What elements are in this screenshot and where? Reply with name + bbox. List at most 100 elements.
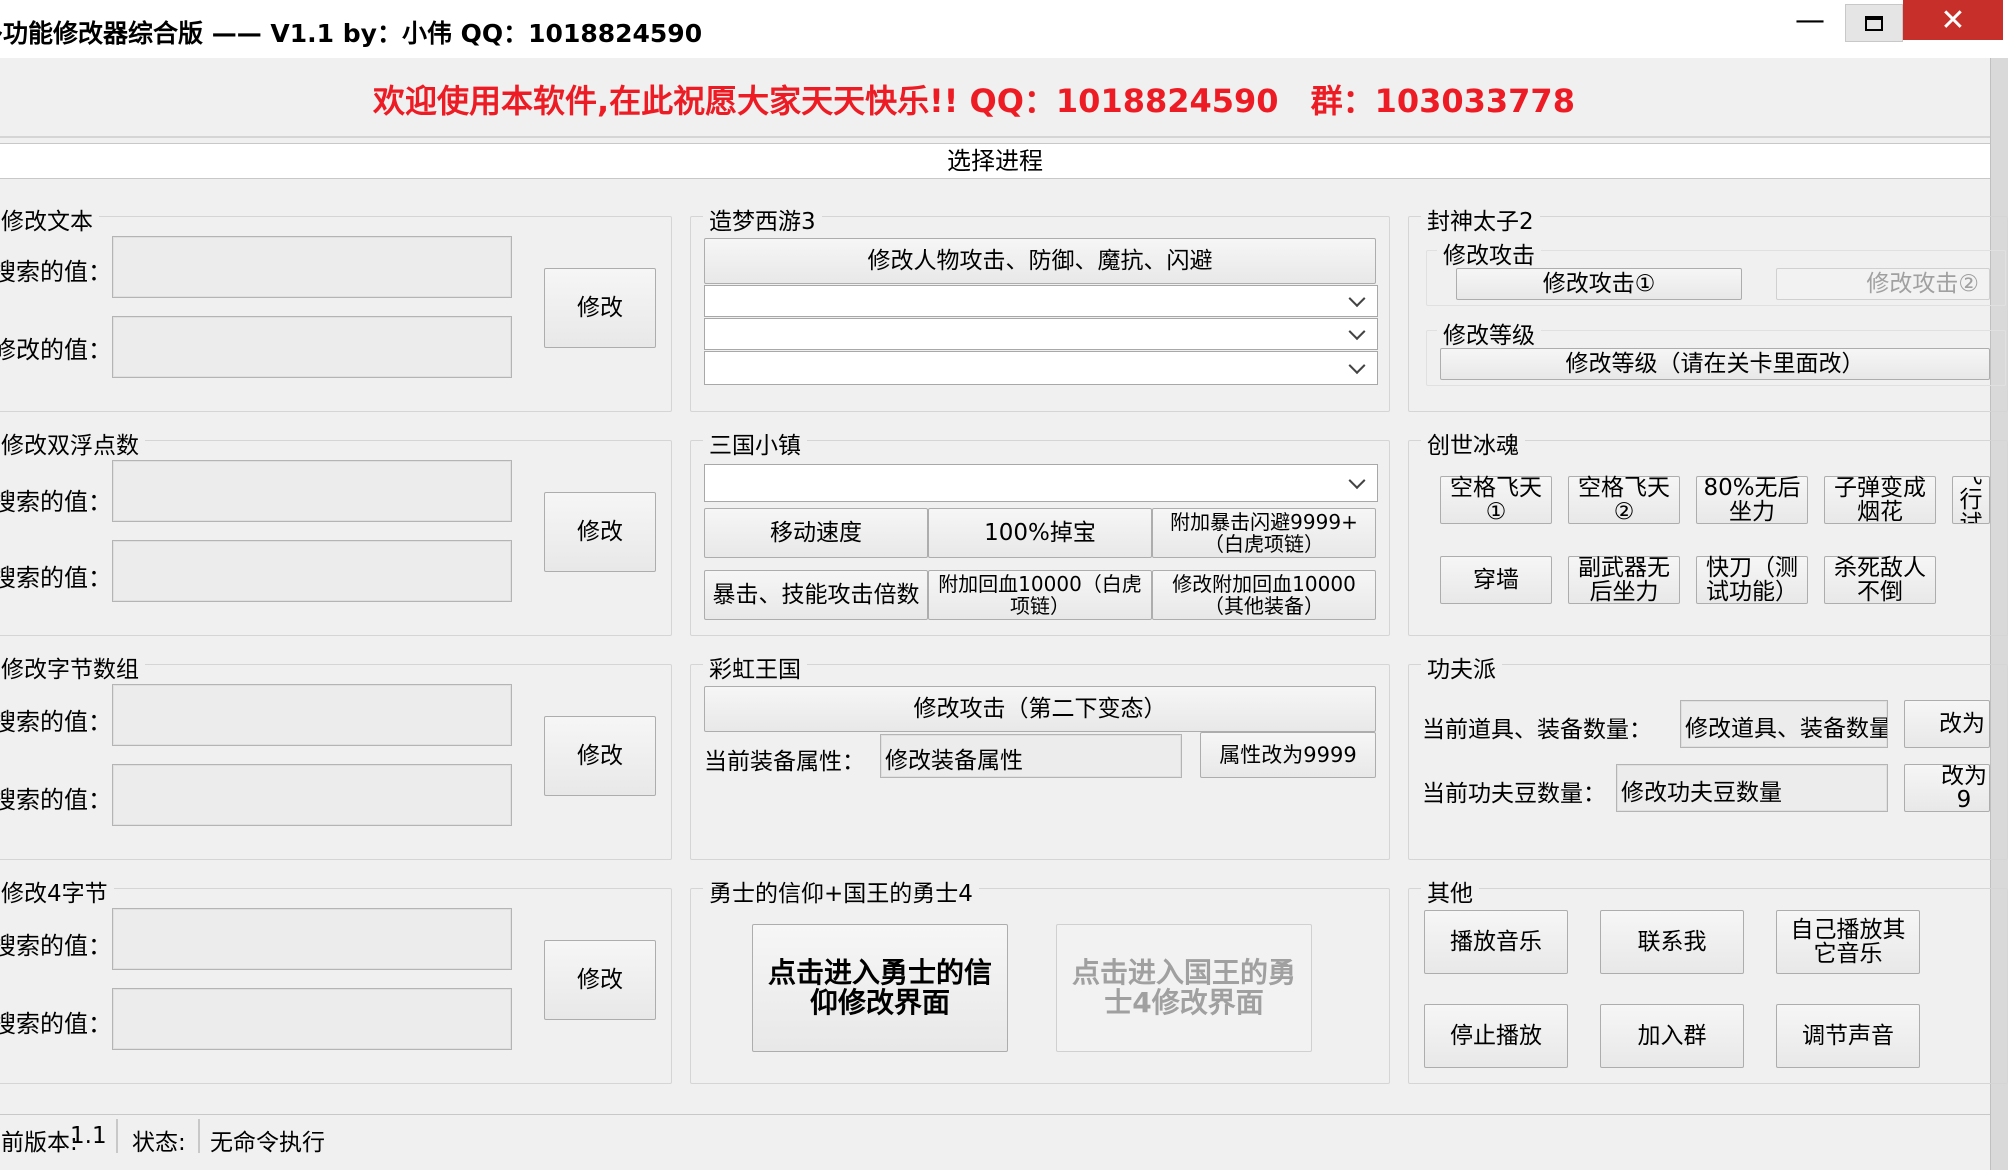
- play-music-button[interactable]: 播放音乐: [1424, 910, 1568, 974]
- group-title: 修改双浮点数: [0, 426, 145, 460]
- version-label: 当前版本:: [0, 1130, 78, 1156]
- change-value-input[interactable]: [112, 316, 512, 378]
- secondary-no-recoil-button[interactable]: 副武器无后坐力: [1568, 556, 1680, 604]
- modify-float-button[interactable]: 修改: [544, 492, 656, 572]
- zaomeng-select-1[interactable]: [704, 285, 1378, 317]
- group-title: 功夫派: [1421, 650, 1502, 684]
- minimize-button[interactable]: —: [1780, 0, 1840, 40]
- group-title: 封神太子2: [1421, 202, 1540, 236]
- maximize-icon: [1865, 15, 1883, 31]
- close-icon: ✕: [1940, 2, 1966, 38]
- group-title: 修改字节数组: [0, 650, 145, 684]
- group-chuangshi: 创世冰魂: [1408, 426, 2008, 636]
- change-value-input[interactable]: [112, 764, 512, 826]
- group-title: 其他: [1421, 874, 1479, 908]
- group-title: 三国小镇: [703, 426, 807, 460]
- chevron-down-icon: [1348, 290, 1366, 308]
- select-process-label: 选择进程: [947, 147, 1043, 175]
- chevron-down-icon: [1348, 323, 1366, 341]
- drop-rate-button[interactable]: 100%掉宝: [928, 508, 1152, 558]
- wall-hack-button[interactable]: 穿墙: [1440, 556, 1552, 604]
- group-title: 勇士的信仰+国王的勇士4: [703, 874, 979, 908]
- modify-text-button[interactable]: 修改: [544, 268, 656, 348]
- search-value-label: 搜索的值：: [0, 488, 112, 516]
- search-value-input[interactable]: [112, 684, 512, 746]
- chevron-down-icon: [1348, 472, 1366, 490]
- kill-enemy-button[interactable]: 杀死敌人不倒: [1824, 556, 1936, 604]
- zaomeng-select-2[interactable]: [704, 318, 1378, 350]
- items-count-label: 当前道具、装备数量：: [1422, 717, 1652, 743]
- group-title: 修改4字节: [0, 874, 114, 908]
- state-value: 无命令执行: [210, 1130, 325, 1156]
- modify-level-button[interactable]: 修改等级（请在关卡里面改）: [1440, 348, 1990, 380]
- join-group-button[interactable]: 加入群: [1600, 1004, 1744, 1068]
- change-value-label: 搜索的值：: [0, 786, 112, 814]
- contact-me-button[interactable]: 联系我: [1600, 910, 1744, 974]
- no-recoil-button[interactable]: 80%无后坐力: [1696, 476, 1808, 524]
- group-title: 彩虹王国: [703, 650, 807, 684]
- modify-attack-button[interactable]: 修改攻击（第二下变态）: [704, 686, 1376, 732]
- move-speed-button[interactable]: 移动速度: [704, 508, 928, 558]
- items-set-button[interactable]: 改为: [1904, 700, 1990, 748]
- modify-bytes-button[interactable]: 修改: [544, 716, 656, 796]
- open-warrior-faith-button[interactable]: 点击进入勇士的信仰修改界面: [752, 924, 1008, 1052]
- group-title: 造梦西游3: [703, 202, 822, 236]
- change-value-label: 搜索的值：: [0, 564, 112, 592]
- search-value-input[interactable]: [112, 236, 512, 298]
- banner-divider: [0, 136, 1990, 138]
- group-title: 修改攻击: [1437, 236, 1541, 270]
- group-kungfu: 功夫派: [1408, 650, 2008, 860]
- minimize-icon: —: [1795, 2, 1825, 38]
- title-bar: 多功能修改器综合版 —— V1.1 by：小伟 QQ：1018824590 — …: [0, 0, 2008, 58]
- zaomeng-select-3[interactable]: [704, 351, 1378, 385]
- fast-knife-button[interactable]: 快刀（测试功能）: [1696, 556, 1808, 604]
- equip-attr-input[interactable]: 修改装备属性: [880, 734, 1182, 778]
- beans-count-label: 当前功夫豆数量：: [1422, 781, 1606, 807]
- search-value-label: 搜索的值：: [0, 258, 112, 286]
- maximize-button[interactable]: [1845, 4, 1903, 42]
- chevron-down-icon: [1348, 357, 1366, 375]
- status-divider: [116, 1119, 118, 1153]
- crit-dodge-button[interactable]: 附加暴击闪避9999+（白虎项链）: [1152, 508, 1376, 558]
- status-bar: 当前版本: 1.1 状态: 无命令执行: [0, 1114, 1990, 1158]
- change-value-input[interactable]: [112, 988, 512, 1050]
- regen-other-equip-button[interactable]: 修改附加回血10000（其他装备）: [1152, 570, 1376, 620]
- attack1-button[interactable]: 修改攻击①: [1456, 268, 1742, 300]
- window-title: 多功能修改器综合版 —— V1.1 by：小伟 QQ：1018824590: [0, 19, 703, 48]
- select-process-button[interactable]: 选择进程: [0, 143, 1990, 179]
- change-value-label: 搜索的值：: [0, 1010, 112, 1038]
- beans-count-input[interactable]: 修改功夫豆数量: [1616, 764, 1888, 812]
- items-count-input[interactable]: 修改道具、装备数量: [1680, 700, 1888, 748]
- modify-4byte-button[interactable]: 修改: [544, 940, 656, 1020]
- modify-character-stats-button[interactable]: 修改人物攻击、防御、魔抗、闪避: [704, 238, 1376, 284]
- change-value-label: 修改的值：: [0, 336, 112, 364]
- search-value-input[interactable]: [112, 908, 512, 970]
- group-title: 创世冰魂: [1421, 426, 1525, 460]
- equip-attr-label: 当前装备属性：: [704, 749, 865, 775]
- search-value-label: 搜索的值：: [0, 708, 112, 736]
- search-value-label: 搜索的值：: [0, 932, 112, 960]
- change-value-input[interactable]: [112, 540, 512, 602]
- sanguo-select[interactable]: [704, 464, 1378, 502]
- welcome-banner: 欢迎使用本软件,在此祝愿大家天天快乐!! QQ：1018824590 群：103…: [373, 82, 1575, 120]
- attr-9999-button[interactable]: 属性改为9999: [1200, 732, 1376, 778]
- beans-set-button[interactable]: 改为9: [1904, 764, 1990, 812]
- group-title: 修改等级: [1437, 316, 1541, 350]
- close-button[interactable]: ✕: [1903, 0, 2003, 40]
- group-title: 修改文本: [0, 202, 99, 236]
- status-divider: [198, 1119, 200, 1153]
- attack2-button[interactable]: 修改攻击②: [1776, 268, 1990, 300]
- adjust-volume-button[interactable]: 调节声音: [1776, 1004, 1920, 1068]
- bullet-fireworks-button[interactable]: 子弹变成烟花: [1824, 476, 1936, 524]
- space-fly1-button[interactable]: 空格飞天①: [1440, 476, 1552, 524]
- fly-test-button[interactable]: 飞行试: [1952, 476, 1990, 524]
- version-value: 1.1: [70, 1123, 107, 1149]
- regen-white-tiger-button[interactable]: 附加回血10000（白虎项链）: [928, 570, 1152, 620]
- crit-skill-multiplier-button[interactable]: 暴击、技能攻击倍数: [704, 570, 928, 620]
- open-king-warrior4-button[interactable]: 点击进入国王的勇士4修改界面: [1056, 924, 1312, 1052]
- space-fly2-button[interactable]: 空格飞天②: [1568, 476, 1680, 524]
- search-value-input[interactable]: [112, 460, 512, 522]
- stop-playback-button[interactable]: 停止播放: [1424, 1004, 1568, 1068]
- play-own-music-button[interactable]: 自己播放其它音乐: [1776, 910, 1920, 974]
- state-label: 状态:: [132, 1130, 186, 1156]
